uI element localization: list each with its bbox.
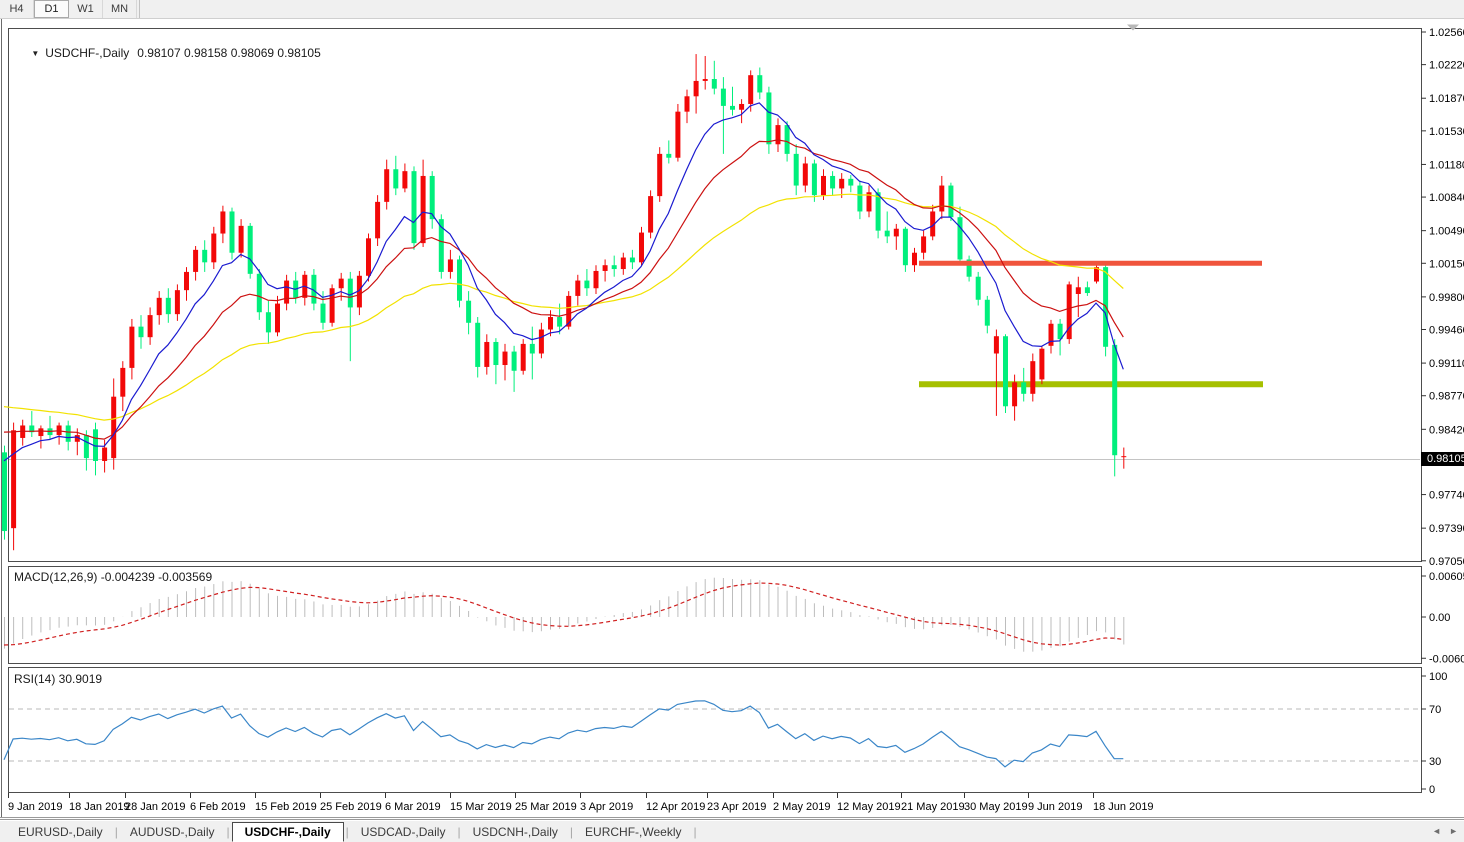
tab-separator: | xyxy=(225,825,232,839)
rsi-tick-label: 0 xyxy=(1429,784,1435,796)
macd-axis: 0.006058 0.00 -0.006096 xyxy=(1421,571,1464,665)
rsi-tick-label: 100 xyxy=(1429,671,1447,683)
tab-separator: | xyxy=(568,825,575,839)
rsi-tick-label: 30 xyxy=(1429,756,1441,768)
macd-panel-frame[interactable] xyxy=(9,567,1422,664)
date-tick-label: 23 Apr 2019 xyxy=(707,801,766,813)
tab-usdcnh-daily[interactable]: USDCNH-,Daily xyxy=(463,823,568,841)
ma-mid-line xyxy=(4,140,1123,439)
toolbar-separator xyxy=(139,0,140,18)
price-tick-label: 1.00490 xyxy=(1429,226,1464,238)
macd-histogram xyxy=(5,578,1124,652)
macd-tick-label: 0.00 xyxy=(1429,612,1450,624)
chart-canvas[interactable]: 1.02560 1.02220 1.01870 1.01530 1.01180 1.008… xyxy=(0,0,1464,842)
rsi-axis: 100 70 30 0 xyxy=(1421,671,1447,796)
price-tick-label: 0.98770 xyxy=(1429,391,1464,403)
timeframe-button-mn[interactable]: MN xyxy=(103,0,137,18)
date-tick-label: 28 Jan 2019 xyxy=(125,801,186,813)
date-tick-label: 3 Apr 2019 xyxy=(580,801,633,813)
date-axis: 9 Jan 2019 18 Jan 201928 Jan 2019 6 Feb 20… xyxy=(8,793,1154,813)
date-tick-label: 21 May 2019 xyxy=(901,801,965,813)
date-tick-label: 9 Jun 2019 xyxy=(1028,801,1082,813)
mt4-chart-window: H4D1W1MN 1.025601.022201.018701.015301.0… xyxy=(0,0,1464,842)
price-tick-label: 1.02220 xyxy=(1429,60,1464,72)
main-panel-frame[interactable] xyxy=(9,29,1422,562)
chart-shift-marker-icon[interactable] xyxy=(1127,25,1139,31)
tab-scroll-right-icon[interactable]: ► xyxy=(1449,821,1458,841)
macd-tick-label: -0.006096 xyxy=(1429,653,1464,665)
rsi-indicator-label: RSI(14) 30.9019 xyxy=(14,672,102,686)
date-tick-label: 2 May 2019 xyxy=(773,801,830,813)
tab-audusd-daily[interactable]: AUDUSD-,Daily xyxy=(120,823,225,841)
date-tick-label: 9 Jan 2019 xyxy=(8,801,62,813)
price-axis: 1.02560 1.02220 1.01870 1.01530 1.01180 1.008… xyxy=(1421,27,1464,568)
price-tick-label: 0.99800 xyxy=(1429,292,1464,304)
current-price-tag: 0.98105 xyxy=(1421,452,1464,466)
date-tick-label: 18 Jan 2019 xyxy=(69,801,130,813)
tab-eurusd-daily[interactable]: EURUSD-,Daily xyxy=(8,823,113,841)
price-tick-label: 0.99110 xyxy=(1429,358,1464,370)
price-tick-label: 1.01530 xyxy=(1429,126,1464,138)
tab-separator: | xyxy=(692,825,699,839)
date-tick-label: 15 Feb 2019 xyxy=(255,801,317,813)
date-tick-label: 25 Feb 2019 xyxy=(320,801,382,813)
timeframe-button-d1[interactable]: D1 xyxy=(34,0,69,18)
price-tick-label: 1.01180 xyxy=(1429,159,1464,171)
tab-separator: | xyxy=(455,825,462,839)
date-tick-label: 6 Mar 2019 xyxy=(385,801,441,813)
date-tick-label: 15 Mar 2019 xyxy=(450,801,512,813)
rsi-line xyxy=(4,701,1123,767)
chart-tab-bar: EURUSD-,Daily|AUDUSD-,Daily|USDCHF-,Dail… xyxy=(0,819,1464,842)
date-tick-label: 25 Mar 2019 xyxy=(515,801,577,813)
price-tick-label: 0.97390 xyxy=(1429,523,1464,535)
rsi-panel-frame[interactable] xyxy=(9,668,1422,793)
tab-usdcad-daily[interactable]: USDCAD-,Daily xyxy=(351,823,456,841)
macd-tick-label: 0.006058 xyxy=(1429,571,1464,583)
symbol-dropdown-icon: ▼ xyxy=(31,49,39,58)
timeframe-toolbar: H4D1W1MN xyxy=(0,0,1464,19)
price-tick-label: 0.99460 xyxy=(1429,325,1464,337)
macd-indicator-label: MACD(12,26,9) -0.004239 -0.003569 xyxy=(14,570,212,584)
tab-separator: | xyxy=(113,825,120,839)
chart-symbol-label: USDCHF-,Daily xyxy=(45,46,129,60)
timeframe-button-w1[interactable]: W1 xyxy=(69,0,103,18)
price-tick-label: 0.97740 xyxy=(1429,490,1464,502)
tab-usdchf-daily[interactable]: USDCHF-,Daily xyxy=(232,822,344,842)
ma-fast-line xyxy=(4,103,1123,461)
chart-ohlc-values: 0.98107 0.98158 0.98069 0.98105 xyxy=(137,46,321,60)
candlestick-series xyxy=(2,54,1126,550)
price-tick-label: 1.00150 xyxy=(1429,258,1464,270)
price-tick-label: 0.98420 xyxy=(1429,424,1464,436)
rsi-tick-label: 70 xyxy=(1429,704,1441,716)
price-tick-label: 1.00840 xyxy=(1429,192,1464,204)
price-tick-label: 0.97050 xyxy=(1429,556,1464,568)
chart-title: ▼ USDCHF-,Daily 0.98107 0.98158 0.98069 0.… xyxy=(18,32,321,74)
date-tick-label: 12 May 2019 xyxy=(837,801,901,813)
tab-eurchf-weekly[interactable]: EURCHF-,Weekly xyxy=(575,823,691,841)
macd-signal-line xyxy=(4,583,1123,645)
date-tick-label: 12 Apr 2019 xyxy=(646,801,705,813)
timeframe-button-h4[interactable]: H4 xyxy=(0,0,34,18)
date-tick-label: 18 Jun 2019 xyxy=(1093,801,1154,813)
date-tick-label: 30 May 2019 xyxy=(964,801,1028,813)
tab-separator: | xyxy=(344,825,351,839)
tab-scroll-left-icon[interactable]: ◄ xyxy=(1432,821,1441,841)
date-tick-label: 6 Feb 2019 xyxy=(190,801,246,813)
price-tick-label: 1.01870 xyxy=(1429,93,1464,105)
price-tick-label: 1.02560 xyxy=(1429,27,1464,39)
tab-scrollbar: ◄ ► xyxy=(1432,821,1458,841)
